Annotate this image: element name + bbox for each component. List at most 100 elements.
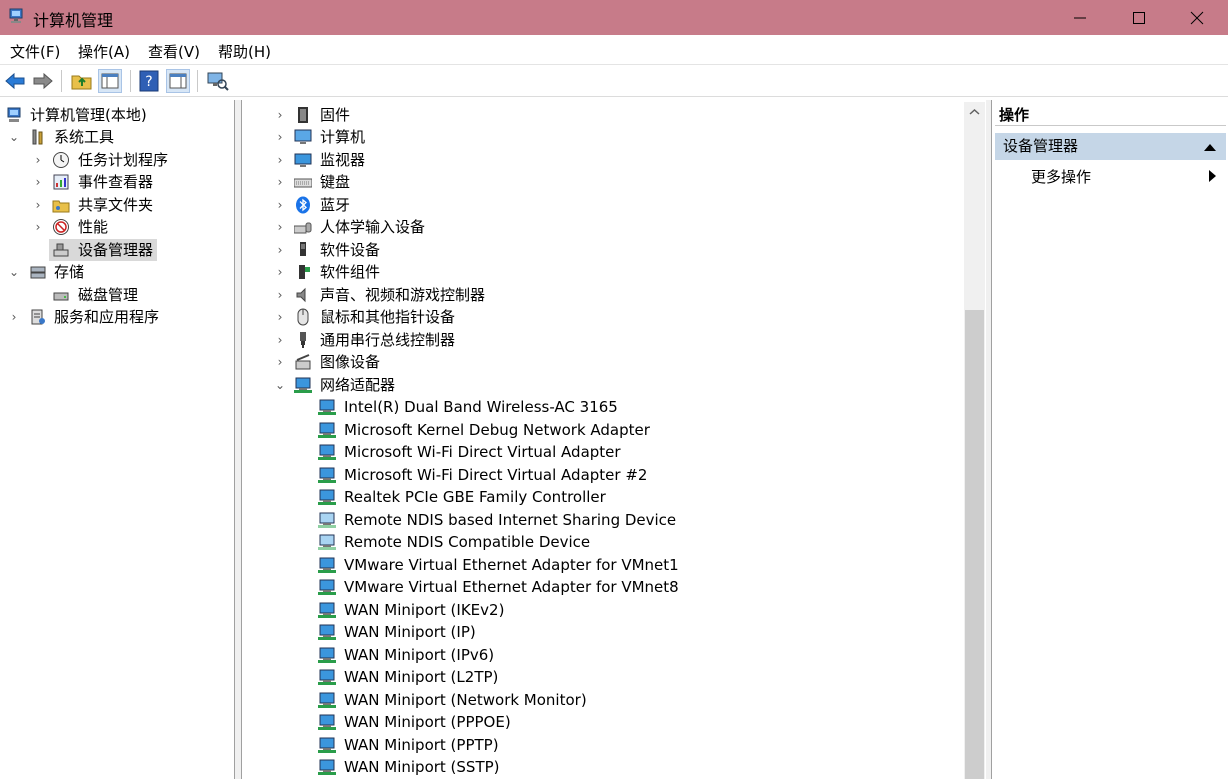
chevron-right-icon[interactable]: ›: [32, 171, 44, 193]
device-category-software-devices[interactable]: › 软件设备: [242, 239, 962, 261]
chevron-right-icon[interactable]: ›: [274, 284, 286, 306]
network-adapter-item[interactable]: Realtek PCIe GBE Family Controller: [242, 486, 962, 508]
device-category-software-components[interactable]: › 软件组件: [242, 261, 962, 283]
chevron-right-icon[interactable]: ›: [32, 216, 44, 238]
tree-item-storage[interactable]: ⌄ 存储: [0, 261, 234, 283]
network-adapter-item[interactable]: Microsoft Kernel Debug Network Adapter: [242, 419, 962, 441]
scroll-up-arrow-icon[interactable]: [969, 107, 980, 118]
chevron-right-icon[interactable]: ›: [32, 149, 44, 171]
hid-icon: [294, 222, 312, 234]
network-adapter-item[interactable]: Remote NDIS based Internet Sharing Devic…: [242, 509, 962, 531]
tree-item-services-apps[interactable]: › 服务和应用程序: [0, 306, 234, 328]
tree-item-device-manager[interactable]: 设备管理器: [49, 239, 157, 261]
device-category-bluetooth[interactable]: › 蓝牙: [242, 194, 962, 216]
device-category-monitor[interactable]: › 监视器: [242, 149, 962, 171]
network-adapter-label: WAN Miniport (Network Monitor): [344, 691, 587, 709]
device-category-label: 监视器: [320, 151, 366, 169]
tree-item-performance[interactable]: › 性能: [0, 216, 234, 238]
device-category-imaging[interactable]: › 图像设备: [242, 351, 962, 373]
menu-file[interactable]: 文件(F): [10, 41, 60, 62]
back-arrow-icon[interactable]: [3, 69, 27, 93]
network-adapter-item[interactable]: WAN Miniport (PPPOE): [242, 711, 962, 733]
device-category-label: 蓝牙: [320, 196, 351, 214]
network-adapter-item[interactable]: Microsoft Wi-Fi Direct Virtual Adapter: [242, 441, 962, 463]
device-category-hid[interactable]: › 人体学输入设备: [242, 216, 962, 238]
chevron-right-icon[interactable]: ›: [274, 306, 286, 328]
more-actions-item[interactable]: 更多操作: [1031, 166, 1091, 188]
chevron-right-icon[interactable]: ›: [274, 239, 286, 261]
chevron-right-icon[interactable]: ›: [274, 194, 286, 216]
network-adapter-item[interactable]: WAN Miniport (IPv6): [242, 644, 962, 666]
show-hide-console-tree-button[interactable]: [98, 69, 122, 93]
tree-label: 设备管理器: [78, 241, 154, 259]
network-adapter-icon: [318, 489, 336, 505]
device-category-usb[interactable]: › 通用串行总线控制器: [242, 329, 962, 351]
scrollbar-thumb[interactable]: [965, 310, 984, 779]
network-adapter-icon: [318, 422, 336, 438]
tree-item-event-viewer[interactable]: › 事件查看器: [0, 171, 234, 193]
network-adapter-item[interactable]: Intel(R) Dual Band Wireless-AC 3165: [242, 396, 962, 418]
speaker-icon: [296, 287, 306, 303]
chevron-down-icon[interactable]: ⌄: [8, 126, 20, 148]
forward-arrow-icon[interactable]: [31, 69, 55, 93]
tree-item-disk-management[interactable]: 磁盘管理: [0, 284, 234, 306]
bluetooth-icon: [296, 196, 310, 214]
tree-item-task-scheduler[interactable]: › 任务计划程序: [0, 149, 234, 171]
collapse-up-icon[interactable]: [1204, 144, 1216, 151]
menu-help[interactable]: 帮助(H): [218, 41, 271, 62]
chevron-down-icon[interactable]: ⌄: [274, 374, 286, 396]
network-adapter-item[interactable]: WAN Miniport (IP): [242, 621, 962, 643]
device-category-label: 计算机: [320, 128, 366, 146]
chevron-right-icon[interactable]: ›: [274, 171, 286, 193]
menu-action[interactable]: 操作(A): [78, 41, 130, 62]
chevron-right-icon[interactable]: ›: [274, 329, 286, 351]
network-adapter-label: WAN Miniport (L2TP): [344, 668, 499, 686]
menu-view[interactable]: 查看(V): [148, 41, 200, 62]
chevron-right-icon[interactable]: ›: [274, 261, 286, 283]
network-adapter-icon: [318, 714, 336, 730]
chevron-right-icon[interactable]: ›: [274, 216, 286, 238]
device-category-firmware[interactable]: › 固件: [242, 104, 962, 126]
network-adapter-item[interactable]: WAN Miniport (SSTP): [242, 756, 962, 778]
device-category-network-adapters[interactable]: ⌄ 网络适配器: [242, 374, 962, 396]
network-adapter-item[interactable]: WAN Miniport (IKEv2): [242, 599, 962, 621]
network-adapter-item[interactable]: Remote NDIS Compatible Device: [242, 531, 962, 553]
chevron-right-icon[interactable]: ›: [32, 194, 44, 216]
close-button[interactable]: [1168, 0, 1226, 35]
network-adapter-item[interactable]: VMware Virtual Ethernet Adapter for VMne…: [242, 554, 962, 576]
network-adapter-label: WAN Miniport (PPPOE): [344, 713, 511, 731]
tree-item-shared-folders[interactable]: › 共享文件夹: [0, 194, 234, 216]
vertical-scrollbar[interactable]: [964, 102, 985, 779]
network-adapter-icon: [318, 602, 336, 618]
network-adapter-icon: [318, 647, 336, 663]
network-adapter-item[interactable]: WAN Miniport (PPTP): [242, 734, 962, 756]
help-icon[interactable]: ?: [137, 69, 161, 93]
up-folder-icon[interactable]: [70, 69, 94, 93]
chevron-right-icon[interactable]: ›: [274, 126, 286, 148]
tree-item-root[interactable]: 计算机管理(本地): [0, 104, 234, 126]
tree-label: 磁盘管理: [78, 286, 139, 304]
minimize-button[interactable]: [1051, 0, 1109, 35]
device-category-keyboard[interactable]: › 键盘: [242, 171, 962, 193]
console-tree-icon: [101, 73, 119, 89]
network-adapter-label: Microsoft Wi-Fi Direct Virtual Adapter: [344, 443, 621, 461]
chevron-right-icon[interactable]: ›: [8, 306, 20, 328]
network-adapter-item[interactable]: WAN Miniport (L2TP): [242, 666, 962, 688]
tree-item-system-tools[interactable]: ⌄ 系统工具: [0, 126, 234, 148]
scan-hardware-icon[interactable]: [205, 69, 229, 93]
chevron-right-icon[interactable]: ›: [274, 149, 286, 171]
device-category-mouse[interactable]: › 鼠标和其他指针设备: [242, 306, 962, 328]
device-category-sound[interactable]: › 声音、视频和游戏控制器: [242, 284, 962, 306]
chevron-right-icon[interactable]: ›: [274, 351, 286, 373]
chevron-right-icon[interactable]: ›: [274, 104, 286, 126]
maximize-button[interactable]: [1110, 0, 1168, 35]
network-adapter-item[interactable]: WAN Miniport (Network Monitor): [242, 689, 962, 711]
show-hide-action-pane-button[interactable]: [166, 69, 190, 93]
network-adapter-item[interactable]: VMware Virtual Ethernet Adapter for VMne…: [242, 576, 962, 598]
chevron-down-icon[interactable]: ⌄: [8, 261, 20, 283]
network-adapter-icon: [318, 467, 336, 483]
network-adapter-item[interactable]: Microsoft Wi-Fi Direct Virtual Adapter #…: [242, 464, 962, 486]
actions-group-device-manager[interactable]: 设备管理器: [995, 133, 1226, 160]
device-category-computer[interactable]: › 计算机: [242, 126, 962, 148]
tree-label: 计算机管理(本地): [30, 106, 147, 124]
